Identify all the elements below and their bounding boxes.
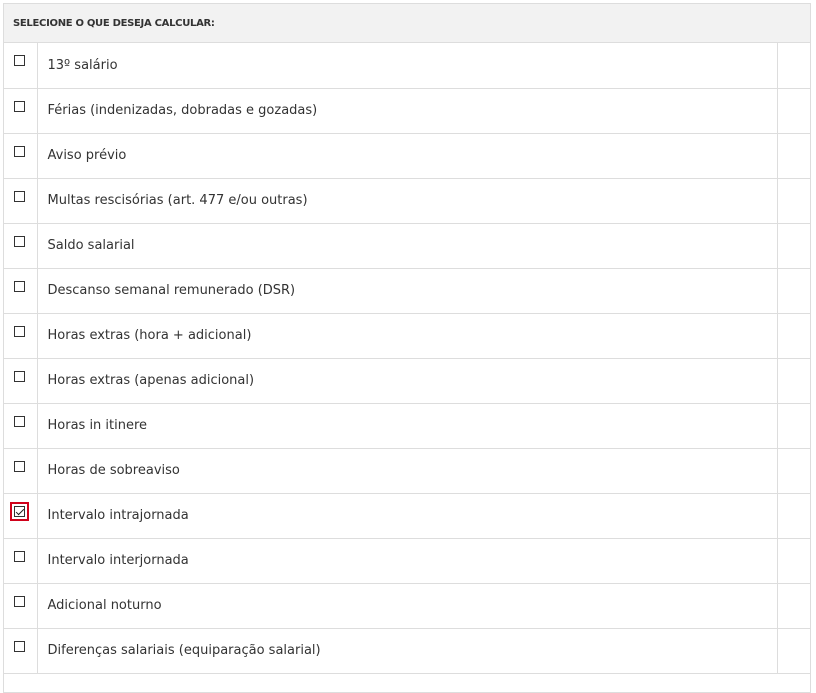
option-row[interactable]: Diferenças salariais (equiparação salari… (4, 628, 810, 674)
option-checkbox-cell (4, 268, 38, 314)
option-row[interactable]: Saldo salarial (4, 223, 810, 269)
option-label[interactable]: Saldo salarial (37, 223, 778, 269)
option-row[interactable]: Intervalo intrajornada (4, 493, 810, 539)
option-checkbox[interactable] (14, 640, 25, 652)
option-label[interactable]: Aviso prévio (37, 133, 778, 179)
option-label[interactable]: Férias (indenizadas, dobradas e gozadas) (37, 88, 778, 134)
option-checkbox[interactable] (14, 190, 25, 202)
option-checkbox[interactable] (14, 595, 25, 607)
option-label[interactable]: Horas extras (apenas adicional) (37, 358, 778, 404)
option-row[interactable]: 13º salário (4, 43, 810, 89)
option-checkbox[interactable] (14, 505, 25, 517)
option-checkbox-cell (4, 358, 38, 404)
options-table: 13º salário Férias (indenizadas, dobradas… (4, 43, 810, 674)
option-label[interactable]: Diferenças salariais (equiparação salari… (37, 628, 778, 674)
option-extra-cell (777, 538, 810, 584)
option-extra-cell (777, 493, 810, 539)
checkbox-highlight-box (10, 501, 29, 521)
option-row[interactable]: Aviso prévio (4, 133, 810, 179)
option-row[interactable]: Adicional noturno (4, 583, 810, 629)
option-checkbox-cell (4, 313, 38, 359)
option-label[interactable]: Intervalo intrajornada (37, 493, 778, 539)
option-label[interactable]: 13º salário (37, 43, 778, 89)
option-checkbox-cell (4, 583, 38, 629)
option-label[interactable]: Multas rescisórias (art. 477 e/ou outras… (37, 178, 778, 224)
option-checkbox[interactable] (14, 370, 25, 382)
option-extra-cell (777, 223, 810, 269)
option-checkbox[interactable] (14, 415, 25, 427)
option-extra-cell (777, 133, 810, 179)
option-checkbox-cell (4, 88, 38, 134)
option-row[interactable]: Férias (indenizadas, dobradas e gozadas) (4, 88, 810, 134)
option-checkbox-cell (4, 403, 38, 449)
option-label[interactable]: Intervalo interjornada (37, 538, 778, 584)
option-checkbox-cell (4, 133, 38, 179)
option-checkbox-cell (4, 178, 38, 224)
option-checkbox[interactable] (14, 325, 25, 337)
option-label[interactable]: Descanso semanal remunerado (DSR) (37, 268, 778, 314)
option-checkbox[interactable] (14, 100, 25, 112)
option-row[interactable]: Horas extras (apenas adicional) (4, 358, 810, 404)
option-extra-cell (777, 583, 810, 629)
option-label[interactable]: Adicional noturno (37, 583, 778, 629)
option-checkbox[interactable] (14, 235, 25, 247)
option-row[interactable]: Multas rescisórias (art. 477 e/ou outras… (4, 178, 810, 224)
option-row[interactable]: Descanso semanal remunerado (DSR) (4, 268, 810, 314)
option-extra-cell (777, 358, 810, 404)
option-extra-cell (777, 403, 810, 449)
calculation-options-panel: SELECIONE O QUE DESEJA CALCULAR: 13º sal… (3, 3, 811, 693)
option-checkbox-cell (4, 448, 38, 494)
option-extra-cell (777, 313, 810, 359)
option-checkbox[interactable] (14, 550, 25, 562)
option-extra-cell (777, 268, 810, 314)
option-checkbox[interactable] (14, 145, 25, 157)
option-checkbox-cell (4, 538, 38, 584)
option-extra-cell (777, 628, 810, 674)
option-checkbox-cell (4, 223, 38, 269)
option-row[interactable]: Intervalo interjornada (4, 538, 810, 584)
option-label[interactable]: Horas de sobreaviso (37, 448, 778, 494)
option-extra-cell (777, 88, 810, 134)
option-checkbox[interactable] (14, 460, 25, 472)
option-row[interactable]: Horas de sobreaviso (4, 448, 810, 494)
option-row[interactable]: Horas in itinere (4, 403, 810, 449)
option-checkbox-cell (4, 43, 38, 89)
option-label[interactable]: Horas extras (hora + adicional) (37, 313, 778, 359)
option-extra-cell (777, 43, 810, 89)
option-extra-cell (777, 448, 810, 494)
panel-title: SELECIONE O QUE DESEJA CALCULAR: (4, 4, 810, 43)
option-checkbox-cell (4, 493, 38, 539)
option-checkbox-cell (4, 628, 38, 674)
option-label[interactable]: Horas in itinere (37, 403, 778, 449)
option-checkbox[interactable] (14, 55, 25, 67)
option-extra-cell (777, 178, 810, 224)
option-checkbox[interactable] (14, 280, 25, 292)
option-row[interactable]: Horas extras (hora + adicional) (4, 313, 810, 359)
